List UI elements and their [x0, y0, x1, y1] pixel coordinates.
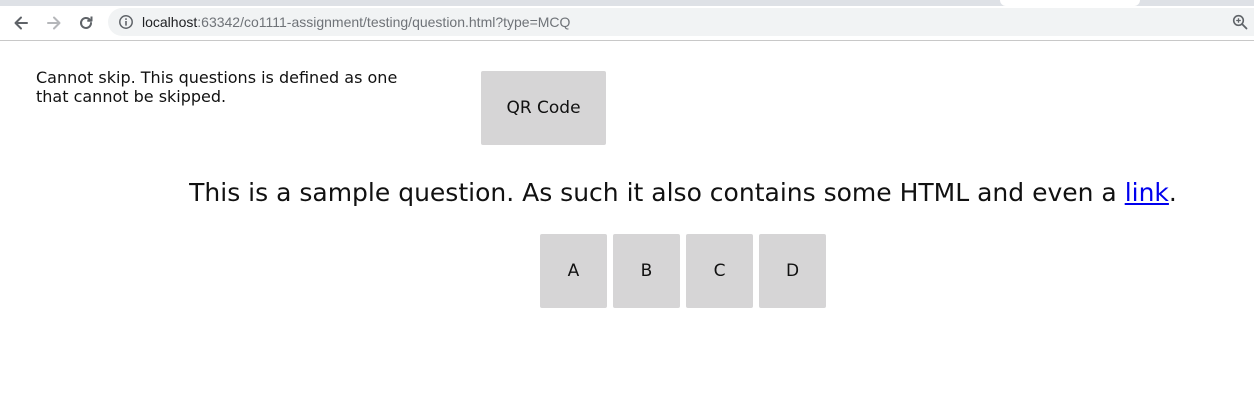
- url-text[interactable]: localhost:63342/co1111-assignment/testin…: [142, 14, 570, 30]
- reload-button[interactable]: [72, 9, 100, 37]
- reload-icon: [80, 16, 93, 29]
- question-text-end: .: [1168, 178, 1177, 207]
- url-host: localhost: [142, 14, 198, 30]
- back-button[interactable]: [7, 9, 35, 37]
- answer-b-button[interactable]: B: [613, 234, 680, 308]
- back-arrow-icon: [14, 16, 28, 30]
- zoom-icon[interactable]: [1232, 14, 1248, 30]
- question-text: This is a sample question. As such it al…: [0, 176, 1254, 210]
- question-text-main: This is a sample question. As such it al…: [189, 178, 1125, 207]
- question-link[interactable]: link: [1125, 178, 1169, 207]
- address-bar[interactable]: localhost:63342/co1111-assignment/testin…: [108, 8, 1254, 36]
- url-path: :63342/co1111-assignment/testing/questio…: [197, 14, 571, 30]
- answer-d-button[interactable]: D: [759, 234, 826, 308]
- qr-code-button[interactable]: QR Code: [481, 71, 606, 145]
- forward-arrow-icon: [47, 16, 61, 30]
- skip-warning-text: Cannot skip. This questions is defined a…: [36, 68, 398, 106]
- forward-button[interactable]: [40, 9, 68, 37]
- browser-toolbar: localhost:63342/co1111-assignment/testin…: [0, 6, 1254, 41]
- answer-a-button[interactable]: A: [540, 234, 607, 308]
- answer-c-button[interactable]: C: [686, 234, 753, 308]
- info-icon[interactable]: [118, 14, 134, 30]
